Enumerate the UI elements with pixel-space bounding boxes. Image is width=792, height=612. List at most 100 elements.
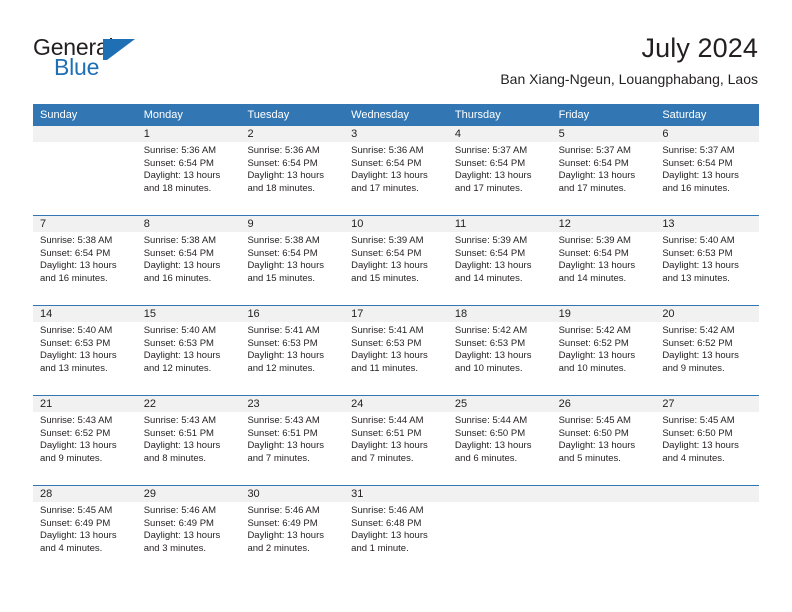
day-detail-line: Daylight: 13 hours xyxy=(143,530,221,542)
day-detail-line: Sunrise: 5:38 AM xyxy=(143,235,217,246)
day-cell[interactable]: Sunrise: 5:46 AM Sunset: 6:49 PM Daylight:… xyxy=(240,502,344,575)
day-number[interactable]: 24 xyxy=(344,396,448,412)
logo-text-blue: Blue xyxy=(54,54,100,80)
day-cell[interactable]: Sunrise: 5:38 AM Sunset: 6:54 PM Daylight:… xyxy=(240,232,344,305)
day-cell[interactable]: Sunrise: 5:45 AM Sunset: 6:50 PM Daylight:… xyxy=(655,412,759,485)
day-cell[interactable]: Sunrise: 5:38 AM Sunset: 6:54 PM Daylight:… xyxy=(137,232,241,305)
day-detail-line: Sunset: 6:49 PM xyxy=(143,517,214,529)
day-cell[interactable]: Sunrise: 5:36 AM Sunset: 6:54 PM Daylight:… xyxy=(137,142,241,215)
day-detail-line: and 14 minutes. xyxy=(558,272,627,284)
day-detail-line: and 4 minutes. xyxy=(40,542,103,554)
day-cell[interactable]: Sunrise: 5:39 AM Sunset: 6:54 PM Daylight:… xyxy=(552,232,656,305)
day-detail-line: Sunset: 6:54 PM xyxy=(558,157,629,169)
day-cell[interactable]: Sunrise: 5:46 AM Sunset: 6:48 PM Daylight:… xyxy=(344,502,448,575)
day-number[interactable]: 30 xyxy=(240,486,344,502)
day-number[interactable]: 21 xyxy=(33,396,137,412)
day-number[interactable]: 15 xyxy=(137,306,241,322)
day-number[interactable]: 5 xyxy=(552,126,656,142)
day-detail-line: Sunrise: 5:46 AM xyxy=(143,505,217,516)
day-number[interactable]: 3 xyxy=(344,126,448,142)
day-number[interactable]: 8 xyxy=(137,216,241,232)
day-detail-line: Daylight: 13 hours xyxy=(454,170,532,182)
day-cell[interactable]: Sunrise: 5:42 AM Sunset: 6:53 PM Daylight:… xyxy=(448,322,552,395)
day-cell[interactable]: Sunrise: 5:44 AM Sunset: 6:51 PM Daylight:… xyxy=(344,412,448,485)
day-cell[interactable]: Sunrise: 5:43 AM Sunset: 6:52 PM Daylight:… xyxy=(33,412,137,485)
day-cell[interactable]: Sunrise: 5:44 AM Sunset: 6:50 PM Daylight:… xyxy=(448,412,552,485)
day-cell[interactable]: Sunrise: 5:43 AM Sunset: 6:51 PM Daylight:… xyxy=(137,412,241,485)
day-cell[interactable]: Sunrise: 5:40 AM Sunset: 6:53 PM Daylight:… xyxy=(655,232,759,305)
day-number[interactable]: 1 xyxy=(137,126,241,142)
day-cell[interactable]: Sunrise: 5:41 AM Sunset: 6:53 PM Daylight:… xyxy=(344,322,448,395)
day-detail-line: and 9 minutes. xyxy=(40,452,103,464)
day-detail-line: Sunset: 6:52 PM xyxy=(40,427,111,439)
day-number[interactable]: 2 xyxy=(240,126,344,142)
weekday-header-friday: Friday xyxy=(558,109,590,121)
day-number[interactable]: 6 xyxy=(655,126,759,142)
day-cell[interactable]: Sunrise: 5:37 AM Sunset: 6:54 PM Daylight:… xyxy=(552,142,656,215)
weekday-header-monday: Monday xyxy=(143,109,183,121)
day-cell[interactable]: Sunrise: 5:41 AM Sunset: 6:53 PM Daylight:… xyxy=(240,322,344,395)
day-detail-line: Sunset: 6:54 PM xyxy=(40,247,111,259)
day-cell-empty xyxy=(448,502,552,575)
day-cell[interactable]: Sunrise: 5:45 AM Sunset: 6:49 PM Daylight:… xyxy=(33,502,137,575)
day-number[interactable]: 19 xyxy=(552,306,656,322)
day-number[interactable]: 27 xyxy=(655,396,759,412)
day-cell[interactable]: Sunrise: 5:46 AM Sunset: 6:49 PM Daylight:… xyxy=(137,502,241,575)
day-cell[interactable]: Sunrise: 5:45 AM Sunset: 6:50 PM Daylight:… xyxy=(552,412,656,485)
day-number[interactable]: 29 xyxy=(137,486,241,502)
day-cell[interactable]: Sunrise: 5:37 AM Sunset: 6:54 PM Daylight:… xyxy=(448,142,552,215)
day-detail-line: and 18 minutes. xyxy=(247,182,316,194)
day-cell[interactable]: Sunrise: 5:37 AM Sunset: 6:54 PM Daylight:… xyxy=(655,142,759,215)
day-cell[interactable]: Sunrise: 5:40 AM Sunset: 6:53 PM Daylight:… xyxy=(33,322,137,395)
day-number[interactable]: 20 xyxy=(655,306,759,322)
day-number[interactable]: 23 xyxy=(240,396,344,412)
day-detail-line: Sunset: 6:48 PM xyxy=(351,517,422,529)
day-detail-line: and 16 minutes. xyxy=(143,272,212,284)
day-number[interactable]: 12 xyxy=(552,216,656,232)
day-number[interactable]: 17 xyxy=(344,306,448,322)
day-number[interactable]: 28 xyxy=(33,486,137,502)
day-detail-line: Sunrise: 5:46 AM xyxy=(247,505,320,516)
day-detail-line: Daylight: 13 hours xyxy=(40,260,117,272)
day-detail-line: Daylight: 13 hours xyxy=(351,530,428,542)
day-number[interactable]: 22 xyxy=(137,396,241,412)
day-number[interactable]: 9 xyxy=(240,216,344,232)
day-number[interactable]: 31 xyxy=(344,486,448,502)
day-number[interactable]: 11 xyxy=(448,216,552,232)
page-subtitle: Ban Xiang-Ngeun, Louangphabang, Laos xyxy=(500,71,758,87)
day-cell[interactable]: Sunrise: 5:38 AM Sunset: 6:54 PM Daylight:… xyxy=(33,232,137,305)
day-cell[interactable]: Sunrise: 5:39 AM Sunset: 6:54 PM Daylight:… xyxy=(344,232,448,305)
day-detail-line: Sunrise: 5:37 AM xyxy=(662,145,735,156)
day-detail-line: Daylight: 13 hours xyxy=(40,350,117,362)
day-number[interactable]: 7 xyxy=(33,216,137,232)
week-body: Sunrise: 5:43 AM Sunset: 6:52 PM Daylight:… xyxy=(33,412,759,485)
day-cell[interactable]: Sunrise: 5:36 AM Sunset: 6:54 PM Daylight:… xyxy=(344,142,448,215)
day-cell[interactable]: Sunrise: 5:39 AM Sunset: 6:54 PM Daylight:… xyxy=(448,232,552,305)
day-detail-line: Sunrise: 5:45 AM xyxy=(662,415,735,426)
day-cell[interactable]: Sunrise: 5:43 AM Sunset: 6:51 PM Daylight:… xyxy=(240,412,344,485)
day-number[interactable]: 4 xyxy=(448,126,552,142)
day-number[interactable]: 26 xyxy=(552,396,656,412)
day-number[interactable]: 18 xyxy=(448,306,552,322)
day-number[interactable]: 14 xyxy=(33,306,137,322)
day-detail-line: and 14 minutes. xyxy=(454,272,523,284)
day-detail-line: Sunset: 6:50 PM xyxy=(454,427,526,439)
day-number[interactable]: 10 xyxy=(344,216,448,232)
day-detail-line: Sunrise: 5:38 AM xyxy=(40,235,113,246)
day-detail-line: Sunrise: 5:45 AM xyxy=(40,505,113,516)
day-detail-line: Daylight: 13 hours xyxy=(351,350,428,362)
day-number[interactable]: 13 xyxy=(655,216,759,232)
day-cell[interactable]: Sunrise: 5:40 AM Sunset: 6:53 PM Daylight:… xyxy=(137,322,241,395)
day-detail-line: Sunrise: 5:43 AM xyxy=(40,415,113,426)
day-detail-line: Daylight: 13 hours xyxy=(143,440,221,452)
day-cell[interactable]: Sunrise: 5:42 AM Sunset: 6:52 PM Daylight:… xyxy=(655,322,759,395)
day-cell[interactable]: Sunrise: 5:42 AM Sunset: 6:52 PM Daylight:… xyxy=(552,322,656,395)
day-number[interactable]: 16 xyxy=(240,306,344,322)
day-number[interactable]: 25 xyxy=(448,396,552,412)
day-detail-line: Sunset: 6:51 PM xyxy=(247,427,318,439)
day-detail-line: Daylight: 13 hours xyxy=(247,530,325,542)
day-detail-line: Sunset: 6:53 PM xyxy=(143,337,214,349)
day-detail-line: Daylight: 13 hours xyxy=(558,440,636,452)
day-detail-line: and 17 minutes. xyxy=(351,182,419,194)
day-cell[interactable]: Sunrise: 5:36 AM Sunset: 6:54 PM Daylight:… xyxy=(240,142,344,215)
